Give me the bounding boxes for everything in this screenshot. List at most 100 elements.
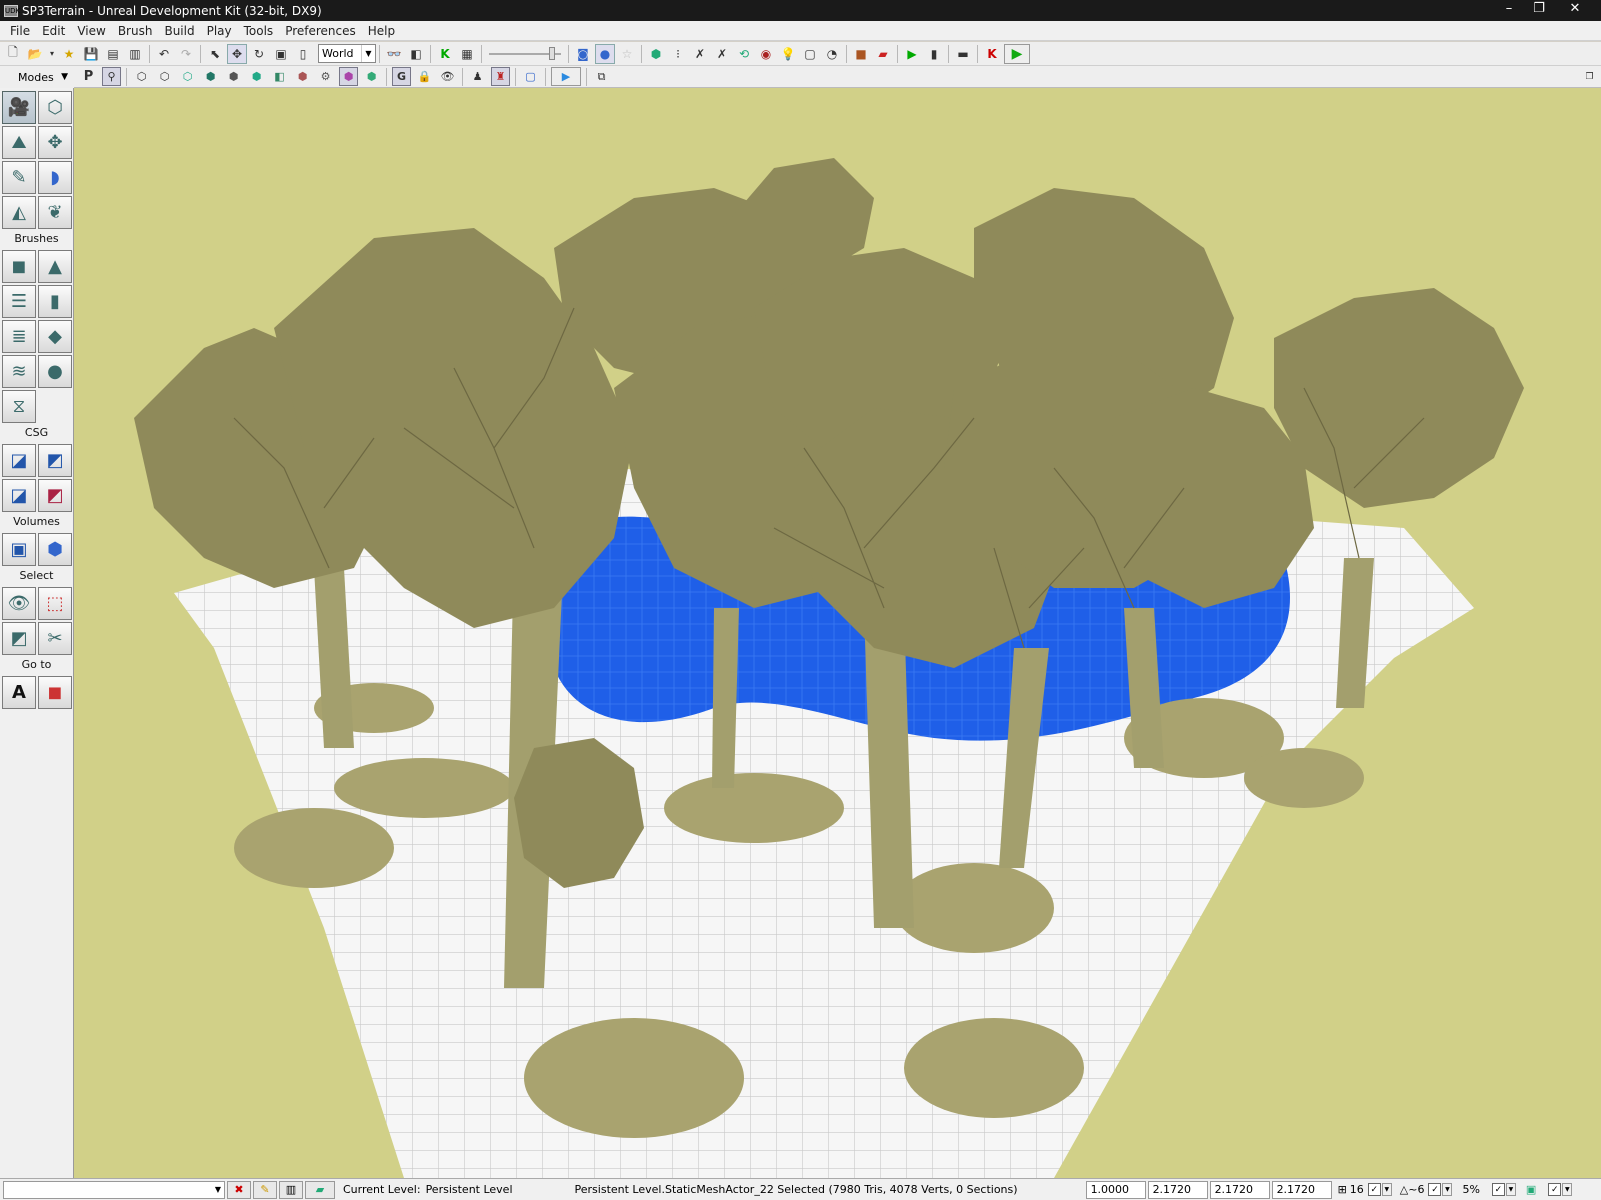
lock-icon[interactable]: 🔒 (415, 67, 434, 86)
mesh-paint-icon[interactable]: ✎ (2, 161, 36, 194)
menu-build[interactable]: Build (158, 24, 200, 38)
menu-play[interactable]: Play (201, 24, 238, 38)
show-selected-icon[interactable]: 👁 (2, 587, 36, 620)
open-folder-icon[interactable]: 📂 (25, 44, 45, 64)
menu-view[interactable]: View (71, 24, 111, 38)
texture-align-icon[interactable]: ✥ (38, 126, 72, 159)
grid-snap-checkbox[interactable]: ✓ (1367, 1183, 1381, 1196)
detail-lighting-icon[interactable]: ⬢ (224, 67, 243, 86)
drag-grid-field[interactable]: 1.0000 (1085, 1180, 1146, 1199)
level-icon[interactable]: ▰ (305, 1180, 335, 1199)
star-outline-icon[interactable]: ☆ (617, 44, 637, 64)
texture-density-icon[interactable]: ⬢ (293, 67, 312, 86)
lighting-only-icon[interactable]: ⬢ (247, 67, 266, 86)
recent-dropdown-icon[interactable]: ▾ (47, 44, 57, 64)
goto-builder-brush-icon[interactable]: ◼ (38, 676, 72, 709)
kismet-play-icon[interactable]: K (982, 44, 1002, 64)
foliage-mode-icon[interactable]: ❦ (38, 196, 72, 229)
coverage-icon[interactable]: ◗ (38, 161, 72, 194)
monitor-icon[interactable]: ▬ (953, 44, 973, 64)
build-paths-icon[interactable]: ✗ (690, 44, 710, 64)
lit-icon[interactable]: ⬢ (201, 67, 220, 86)
scale-y-field[interactable]: 2.1720 (1209, 1180, 1270, 1199)
close-button[interactable]: ✕ (1555, 1, 1595, 18)
save-icon[interactable]: 💾 (81, 44, 101, 64)
new-file-icon[interactable]: 🗋 (3, 44, 23, 64)
undo-icon[interactable]: ↶ (154, 44, 174, 64)
menu-edit[interactable]: Edit (36, 24, 71, 38)
terrain-mode-icon[interactable]: ⛰ (2, 126, 36, 159)
cylinder-brush-icon[interactable]: ▮ (38, 285, 72, 318)
matinee-icon[interactable]: ▦ (457, 44, 477, 64)
realtime-icon[interactable]: ◔ (822, 44, 842, 64)
hide-selected-icon[interactable]: ⬚ (38, 587, 72, 620)
coord-system-select[interactable]: World ▼ (318, 44, 376, 63)
scale-x-field[interactable]: 2.1720 (1147, 1180, 1208, 1199)
select-arrow-icon[interactable]: ⬉ (205, 44, 225, 64)
menu-tools[interactable]: Tools (238, 24, 280, 38)
curved-stair-icon[interactable]: ☰ (2, 285, 36, 318)
binoculars-icon[interactable]: 👓 (384, 44, 404, 64)
stop-icon[interactable]: ✖ (227, 1180, 251, 1199)
actor-lock-icon[interactable]: ♟ (468, 67, 487, 86)
minimize-button[interactable]: – (1495, 1, 1523, 18)
build-cover-icon[interactable]: ✗ (712, 44, 732, 64)
build-geometry-icon[interactable]: ⬢ (646, 44, 666, 64)
lightmap-density-icon[interactable]: ⬢ (339, 67, 358, 86)
volume-type-icon[interactable]: ⬢ (38, 533, 72, 566)
camera-follow-icon[interactable]: ♜ (491, 67, 510, 86)
build-all-icon[interactable]: ⟲ (734, 44, 754, 64)
scale-snap-dropdown[interactable]: ▼ (1505, 1183, 1516, 1196)
perspective-icon[interactable]: P (79, 67, 98, 86)
sphere-toggle-icon[interactable]: ● (595, 43, 615, 64)
goto-actor-icon[interactable]: A (2, 676, 36, 709)
eye-icon[interactable]: 👁 (438, 67, 457, 86)
cone-brush-icon[interactable]: ▲ (38, 250, 72, 283)
spiral-stair-icon[interactable]: ≋ (2, 355, 36, 388)
light-complexity-icon[interactable]: ◧ (270, 67, 289, 86)
restore-button[interactable]: ❐ (1525, 1, 1553, 18)
light-bulb-icon[interactable]: 💡 (778, 44, 798, 64)
pencil-icon[interactable]: ✎ (253, 1180, 277, 1199)
csg-subtract-icon[interactable]: ◩ (38, 444, 72, 477)
modes-dropdown-icon[interactable]: ▼ (61, 72, 68, 82)
command-combo[interactable]: ▼ (3, 1180, 225, 1199)
save-as-icon[interactable]: ▤ (103, 44, 123, 64)
build-options-icon[interactable]: ▢ (800, 44, 820, 64)
csg-intersect-icon[interactable]: ◪ (2, 479, 36, 512)
package-icon[interactable]: ▰ (873, 44, 893, 64)
translate-icon[interactable]: ✥ (227, 43, 247, 64)
kismet-icon[interactable]: K (435, 44, 455, 64)
shader-complexity-icon[interactable]: ⚙ (316, 67, 335, 86)
landscape-mode-icon[interactable]: ◭ (2, 196, 36, 229)
build-lighting-icon[interactable]: ⁝ (668, 44, 688, 64)
scale-snap-checkbox[interactable]: ✓ (1491, 1183, 1505, 1196)
generic-browser-icon[interactable]: ◧ (406, 44, 426, 64)
autosave-dropdown[interactable]: ▼ (1562, 1183, 1573, 1196)
grid-size-dropdown[interactable]: ▼ (1381, 1183, 1392, 1196)
play-mobile-icon[interactable]: ▮ (924, 44, 944, 64)
rotate-icon[interactable]: ↻ (249, 44, 269, 64)
sheet-brush-icon[interactable]: ◆ (38, 320, 72, 353)
cook-icon[interactable]: ■ (851, 44, 871, 64)
maximize-viewport-icon[interactable]: ⧉ (592, 67, 611, 86)
realtime-play-icon[interactable]: ▶ (551, 67, 581, 86)
wireframe-icon[interactable]: ⬡ (155, 67, 174, 86)
nonuniform-scale-icon[interactable]: ▯ (293, 44, 313, 64)
rotation-snap-dropdown[interactable]: ▼ (1442, 1183, 1453, 1196)
menu-file[interactable]: File (4, 24, 36, 38)
autosave-icon[interactable]: ▣ (1526, 1183, 1536, 1196)
viewport-type-icon[interactable]: ⚲ (102, 67, 121, 86)
camera-mode-icon[interactable]: 🎥 (2, 91, 36, 124)
perspective-viewport[interactable] (74, 88, 1601, 1178)
geometry-mode-icon[interactable]: ⬡ (38, 91, 72, 124)
scale-icon[interactable]: ▣ (271, 44, 291, 64)
game-view-icon[interactable]: G (392, 67, 411, 86)
menu-brush[interactable]: Brush (112, 24, 159, 38)
sphere-brush-icon[interactable]: ● (38, 355, 72, 388)
menu-preferences[interactable]: Preferences (279, 24, 362, 38)
play-in-viewport-icon[interactable]: ▶ (902, 44, 922, 64)
viewport-restore-icon[interactable]: ❐ (1580, 67, 1599, 86)
rotation-snap-checkbox[interactable]: ✓ (1428, 1183, 1442, 1196)
scale-z-field[interactable]: 2.1720 (1271, 1180, 1332, 1199)
